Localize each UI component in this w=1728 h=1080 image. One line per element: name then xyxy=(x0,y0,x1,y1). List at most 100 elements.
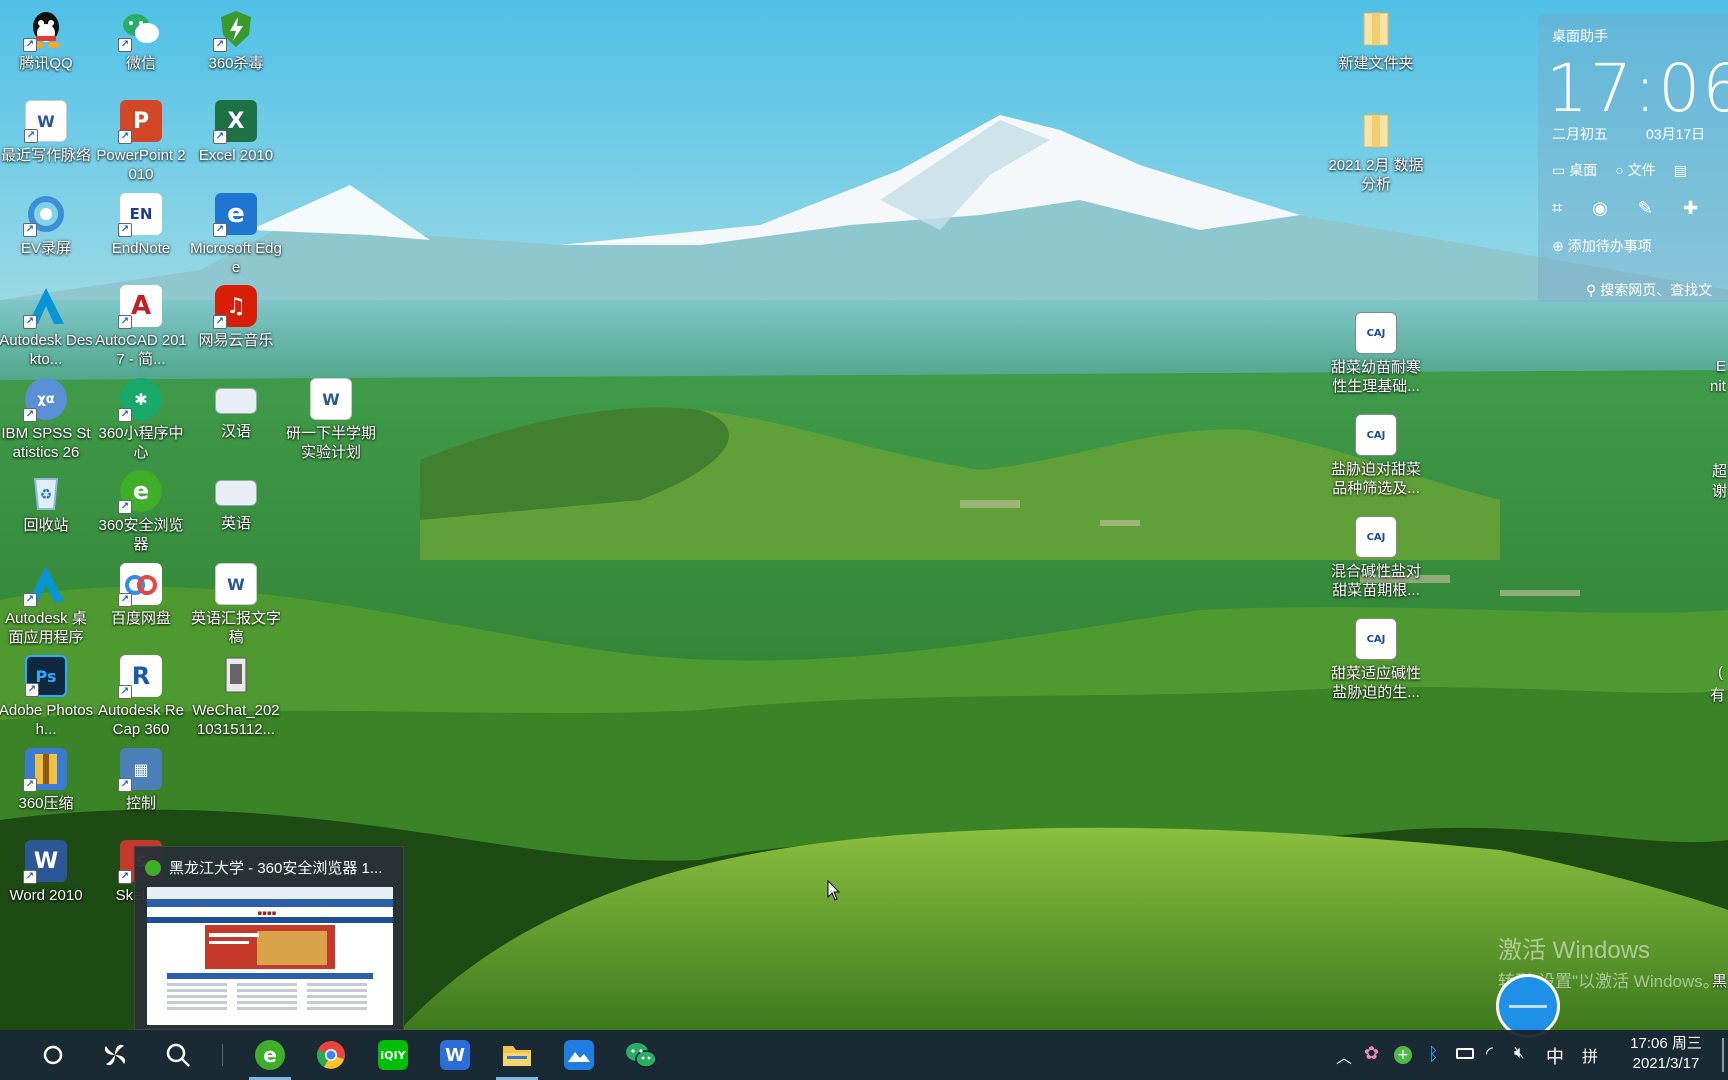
desktop-icon-powerpoint[interactable]: P ↗ PowerPoint 2010 xyxy=(93,100,189,184)
taskbar-app-file-explorer[interactable] xyxy=(490,1030,544,1080)
taskbar-app-wps[interactable]: W xyxy=(428,1030,482,1080)
desktop-icon-endnote[interactable]: EN ↗ EndNote xyxy=(93,193,189,258)
desktop-icon-autodesk-desktop[interactable]: ↗ Autodesk Deskto... xyxy=(0,285,94,369)
shield-icon: ↗ xyxy=(213,8,257,52)
add-todo-label: 添加待办事项 xyxy=(1567,238,1652,254)
show-desktop-button[interactable] xyxy=(1722,1038,1724,1072)
desktop-icon-baidu-netdisk[interactable]: ↗ 百度网盘 xyxy=(93,563,189,628)
assistant-title: 桌面助手 xyxy=(1552,28,1608,44)
taskbar-window-preview[interactable]: 黑龙江大学 - 360安全浏览器 1... ▪▪▪▪ xyxy=(134,846,404,1030)
desktop-icon-qq[interactable]: ↗ 腾讯QQ xyxy=(0,8,94,73)
task-view-button[interactable] xyxy=(88,1030,142,1080)
desktop-icon-360-browser[interactable]: e ↗ 360安全浏览器 xyxy=(93,470,189,554)
tab-label: 文件 xyxy=(1627,162,1656,178)
browser-icon: e ↗ xyxy=(118,470,162,514)
desktop-icon-spss[interactable]: χα ↗ IBM SPSS Statistics 26 xyxy=(0,378,94,462)
svg-text:♻: ♻ xyxy=(40,487,53,503)
card-icon: ▤ xyxy=(1673,161,1687,178)
desktop-icon-recap[interactable]: R ↗ Autodesk ReCap 360 xyxy=(93,655,189,739)
battery-icon[interactable] xyxy=(1456,1048,1474,1059)
taskbar-date: 2021/3/17 xyxy=(1632,1055,1700,1072)
plus-circle-icon[interactable]: + xyxy=(1394,1046,1412,1064)
chevron-up-icon[interactable]: ︿ xyxy=(1336,1044,1352,1068)
desktop-icon-english-report[interactable]: W 英语汇报文字稿 xyxy=(188,563,284,647)
desktop-icon-360-zip[interactable]: ↗ 360压缩 xyxy=(0,748,94,813)
taskbar-search-button[interactable] xyxy=(151,1030,205,1080)
taskbar-app-chrome[interactable] xyxy=(304,1030,358,1080)
word-doc-icon: W xyxy=(310,378,352,420)
cortana-button[interactable] xyxy=(26,1030,80,1080)
desktop-icon-label: 腾讯QQ xyxy=(19,55,73,72)
endnote-icon: EN ↗ xyxy=(118,193,162,237)
taskbar-app-iqiyi[interactable]: iQIY xyxy=(366,1030,420,1080)
mountain-icon xyxy=(564,1040,594,1070)
floating-assistant-ball[interactable] xyxy=(1496,974,1560,1038)
word-doc-icon: W xyxy=(215,563,257,605)
desktop-icon-wechat-file[interactable]: WeChat_202 10315112... xyxy=(188,655,284,739)
crop-icon[interactable]: ⌗ xyxy=(1552,198,1562,219)
wifi-icon[interactable]: ◜ xyxy=(1486,1043,1493,1064)
desktop-icon-chinese[interactable]: 汉语 xyxy=(188,378,284,441)
desktop-icon-data-analysis-folder[interactable]: 2021.2月 数据分析 xyxy=(1328,110,1424,194)
folder-icon xyxy=(503,1046,531,1066)
desktop-icon-photoshop[interactable]: Ps ↗ Adobe Photosh... xyxy=(0,655,94,739)
search-icon xyxy=(166,1043,190,1067)
desktop-icon-control-panel[interactable]: ▦ ↗ 控制 xyxy=(93,748,189,813)
folder-icon xyxy=(1355,8,1397,50)
edge-label: 谢 xyxy=(1712,483,1728,500)
taskbar-app-wechat[interactable] xyxy=(614,1030,668,1080)
powerpoint-icon: P ↗ xyxy=(118,100,162,144)
desktop-icon-caj-4[interactable]: CAJ 甜菜适应碱性盐胁迫的生... xyxy=(1328,618,1424,702)
desktop-assistant-widget[interactable]: 桌面助手 17:06 二月初五 03月17日 ▭ 桌面 ○ 文件 ▤ ⌗ ◉ ✎ ✚… xyxy=(1538,14,1728,302)
taskbar-time: 17:06 周三 xyxy=(1630,1035,1702,1052)
tab-more[interactable]: ▤ xyxy=(1674,160,1687,180)
assistant-tools: ⌗ ◉ ✎ ✚ xyxy=(1552,198,1698,219)
desktop-icon-autodesk-desktop-app[interactable]: ↗ Autodesk 桌面应用程序 xyxy=(0,563,94,647)
volume-muted-icon[interactable]: 🔇︎ xyxy=(1514,1043,1525,1063)
desktop-icon-ev-recorder[interactable]: ↗ EV录屏 xyxy=(0,193,94,258)
flower-icon[interactable]: ✿ xyxy=(1364,1043,1379,1064)
folder-icon xyxy=(1355,110,1397,152)
tab-desktop[interactable]: ▭ 桌面 xyxy=(1552,160,1597,180)
assistant-clock: 17:06 xyxy=(1546,50,1728,127)
ime-language-indicator[interactable]: 中 xyxy=(1546,1043,1564,1069)
desktop-icon-word[interactable]: W ↗ Word 2010 xyxy=(0,840,94,905)
taskbar-app-lanxin[interactable] xyxy=(552,1030,606,1080)
desktop-icon-edge[interactable]: e ↗ Microsoft Edge xyxy=(188,193,284,277)
desktop-icon-label: Autodesk 桌面应用程序 xyxy=(5,610,87,646)
eye-icon[interactable]: ◉ xyxy=(1592,198,1608,219)
taskbar-clock[interactable]: 17:06 周三 2021/3/17 xyxy=(1618,1034,1714,1074)
desktop-icon-label: PowerPoint 2010 xyxy=(96,147,186,183)
desktop-icon-label: IBM SPSS Statistics 26 xyxy=(1,425,91,461)
desktop-icon-360-miniprogram[interactable]: ✱ ↗ 360小程序中心 xyxy=(93,378,189,462)
desktop-icon-label: 控制 xyxy=(125,795,156,812)
preview-thumbnail[interactable]: ▪▪▪▪ xyxy=(147,887,393,1025)
desktop-icon-360-antivirus[interactable]: ↗ 360杀毒 xyxy=(188,8,284,73)
desktop-icon-caj-3[interactable]: CAJ 混合碱性盐对甜菜苗期根... xyxy=(1328,516,1424,600)
desktop-icon-netease-music[interactable]: ♫ ↗ 网易云音乐 xyxy=(188,285,284,350)
taskbar-app-360-browser[interactable]: e xyxy=(243,1030,297,1080)
desktop-icon-semester-plan[interactable]: W 研一下半学期实验计划 xyxy=(283,378,379,462)
desktop-icon-english[interactable]: 英语 xyxy=(188,470,284,533)
desktop-icon-recent-writing[interactable]: W ↗ 最近写作脉络 xyxy=(0,100,94,165)
spss-icon: χα ↗ xyxy=(23,378,67,422)
ime-mode-indicator[interactable]: 拼 xyxy=(1582,1043,1598,1067)
desktop-icon-wechat[interactable]: ↗ 微信 xyxy=(93,8,189,73)
bluetooth-icon[interactable]: ᛒ xyxy=(1428,1044,1439,1065)
desktop-icon-recycle-bin[interactable]: ♻ 回收站 xyxy=(0,470,94,535)
desktop-icon-caj-2[interactable]: CAJ 盐胁迫对甜菜品种筛选及... xyxy=(1328,414,1424,498)
desktop-icon-autocad[interactable]: A ↗ AutoCAD 2017 - 简... xyxy=(93,285,189,369)
desktop-icon-excel[interactable]: X ↗ Excel 2010 xyxy=(188,100,284,165)
assistant-search-input[interactable]: ⚲ 搜索网页、查找文 xyxy=(1586,280,1712,300)
desktop-icon-label: 回收站 xyxy=(23,517,69,534)
plus-icon[interactable]: ✚ xyxy=(1683,198,1698,219)
desktop-icon-label: 甜菜幼苗耐寒性生理基础... xyxy=(1330,359,1421,395)
tab-files[interactable]: ○ 文件 xyxy=(1615,160,1655,180)
add-todo-button[interactable]: ⊕ 添加待办事项 xyxy=(1552,236,1652,256)
desktop-icon-label: 英语汇报文字稿 xyxy=(190,610,281,646)
desktop-icon-label: 盐胁迫对甜菜品种筛选及... xyxy=(1330,461,1421,497)
edit-icon[interactable]: ✎ xyxy=(1638,198,1653,219)
desktop-icon-caj-1[interactable]: CAJ 甜菜幼苗耐寒性生理基础... xyxy=(1328,312,1424,396)
edge-label: 有 xyxy=(1710,687,1726,704)
desktop-icon-new-folder[interactable]: 新建文件夹 xyxy=(1328,8,1424,73)
